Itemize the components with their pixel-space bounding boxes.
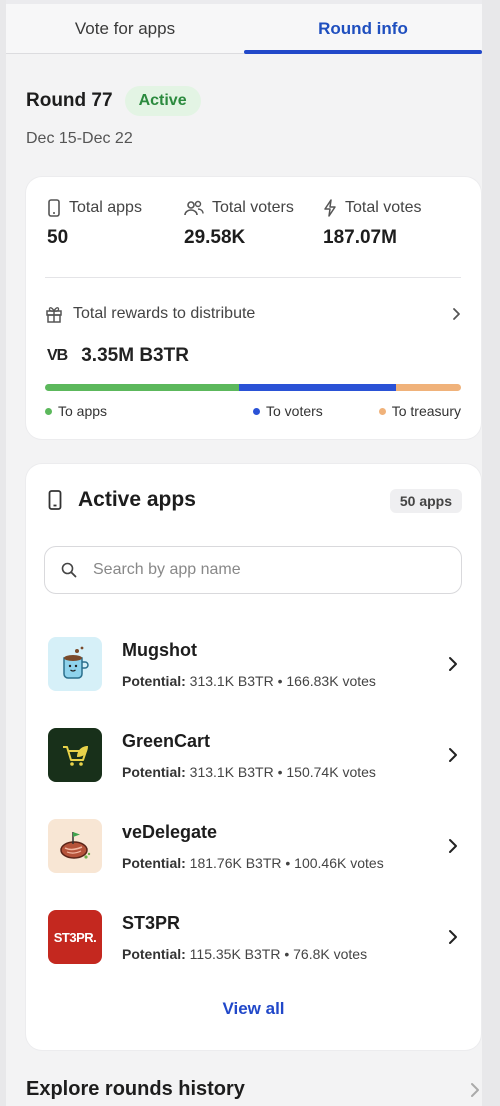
potential-label: Potential: <box>122 945 186 962</box>
app-row-vedelegate[interactable]: veDelegate Potential: 181.76K B3TR • 100… <box>48 811 460 881</box>
st3pr-logo: ST3PR. <box>48 910 102 964</box>
rewards-distribution-bar <box>45 384 461 391</box>
rewards-value: 3.35M B3TR <box>81 345 189 366</box>
stat-total-voters: Total voters 29.58K <box>184 199 294 249</box>
chevron-right-icon[interactable] <box>448 656 458 672</box>
users-icon <box>184 200 204 216</box>
potential-label: Potential: <box>122 763 186 780</box>
potential-label: Potential: <box>122 672 186 689</box>
phone-icon <box>48 490 62 510</box>
round-dates: Dec 15-Dec 22 <box>26 130 133 147</box>
app-name: ST3PR <box>122 912 181 933</box>
b3tr-token-icon: VB <box>47 347 68 364</box>
explore-label: Explore rounds history <box>26 1078 245 1100</box>
steak-flag-icon <box>60 832 91 859</box>
cart-leaf-icon <box>63 746 88 766</box>
stat-value: 187.07M <box>323 227 397 248</box>
distribution-segment <box>45 384 240 391</box>
app-row-mugshot[interactable]: Mugshot Potential: 313.1K B3TR • 166.83K… <box>48 629 460 699</box>
tab-round-info[interactable]: Round info <box>244 4 482 54</box>
mugshot-logo <box>48 637 102 691</box>
app-potential: Potential: 181.76K B3TR • 100.46K votes <box>122 855 446 871</box>
window-left-edge <box>0 0 6 1106</box>
stat-label: Total apps <box>69 199 142 216</box>
potential-value: 313.1K B3TR • 166.83K votes <box>189 672 376 689</box>
explore-rounds-history[interactable]: Explore rounds history <box>26 1078 480 1101</box>
round-title: Round 77 <box>26 90 113 111</box>
vedelegate-logo <box>48 819 102 873</box>
greencart-logo <box>48 728 102 782</box>
round-stats-card: Total apps 50 Total voters 29.58K Total … <box>26 177 481 439</box>
legend-dot <box>45 407 52 415</box>
stat-total-votes: Total votes 187.07M <box>323 199 421 249</box>
distribution-segment <box>239 384 397 391</box>
stat-value: 29.58K <box>184 227 246 248</box>
app-name: Mugshot <box>122 639 197 660</box>
app-name: GreenCart <box>122 730 211 751</box>
round-header: Round 77 Active <box>26 86 201 116</box>
app-potential: Potential: 313.1K B3TR • 166.83K votes <box>122 673 446 689</box>
legend-to-voters: To voters <box>252 403 323 419</box>
lightning-icon <box>324 199 336 217</box>
stat-label: Total votes <box>345 199 422 216</box>
divider <box>45 277 461 278</box>
distribution-legend: To apps To voters To treasury <box>45 403 461 419</box>
legend-dot <box>252 407 260 415</box>
total-rewards-row[interactable]: Total rewards to distribute <box>45 305 461 323</box>
potential-value: 313.1K B3TR • 150.74K votes <box>189 763 376 780</box>
view-all-link[interactable]: View all <box>26 999 481 1019</box>
window-right-edge <box>482 0 500 1106</box>
search-icon <box>61 562 77 578</box>
distribution-segment <box>396 384 461 391</box>
app-potential: Potential: 115.35K B3TR • 76.8K votes <box>122 946 446 962</box>
stat-value: 50 <box>47 227 69 248</box>
legend-to-treasury: To treasury <box>378 403 461 419</box>
stat-label: Total voters <box>212 199 294 216</box>
gift-icon <box>46 307 62 323</box>
active-apps-title: Active apps <box>78 488 196 511</box>
app-row-st3pr[interactable]: ST3PR. ST3PR Potential: 115.35K B3TR • 7… <box>48 902 460 972</box>
potential-value: 181.76K B3TR • 100.46K votes <box>189 854 384 871</box>
rewards-amount: VB 3.35M B3TR <box>47 345 189 367</box>
rewards-label: Total rewards to distribute <box>73 305 256 322</box>
chevron-right-icon[interactable] <box>448 838 458 854</box>
app-potential: Potential: 313.1K B3TR • 150.74K votes <box>122 764 446 780</box>
legend-label: To apps <box>58 403 108 419</box>
chevron-right-icon[interactable] <box>451 307 461 321</box>
chevron-right-icon[interactable] <box>448 929 458 945</box>
st3pr-logo-text: ST3PR. <box>53 929 97 945</box>
active-apps-card: Active apps 50 apps Mugshot Potential: 3… <box>26 464 481 1050</box>
legend-label: To treasury <box>391 403 461 419</box>
stat-total-apps: Total apps 50 <box>47 199 142 249</box>
legend-dot <box>378 407 386 415</box>
status-badge: Active <box>124 86 201 116</box>
phone-icon <box>48 199 60 217</box>
chevron-right-icon[interactable] <box>470 1082 480 1098</box>
apps-count-badge: 50 apps <box>389 489 462 513</box>
legend-to-apps: To apps <box>45 403 107 419</box>
legend-label: To voters <box>265 403 323 419</box>
tab-bar: Vote for apps Round info <box>6 4 482 54</box>
potential-value: 115.35K B3TR • 76.8K votes <box>189 945 368 962</box>
app-row-greencart[interactable]: GreenCart Potential: 313.1K B3TR • 150.7… <box>48 720 460 790</box>
search-input[interactable] <box>93 561 433 579</box>
chevron-right-icon[interactable] <box>448 747 458 763</box>
potential-label: Potential: <box>122 854 186 871</box>
app-name: veDelegate <box>122 821 218 842</box>
search-box[interactable] <box>44 546 462 594</box>
mug-icon <box>63 646 89 679</box>
active-apps-header: Active apps <box>48 488 196 512</box>
tab-vote-for-apps[interactable]: Vote for apps <box>6 4 244 53</box>
